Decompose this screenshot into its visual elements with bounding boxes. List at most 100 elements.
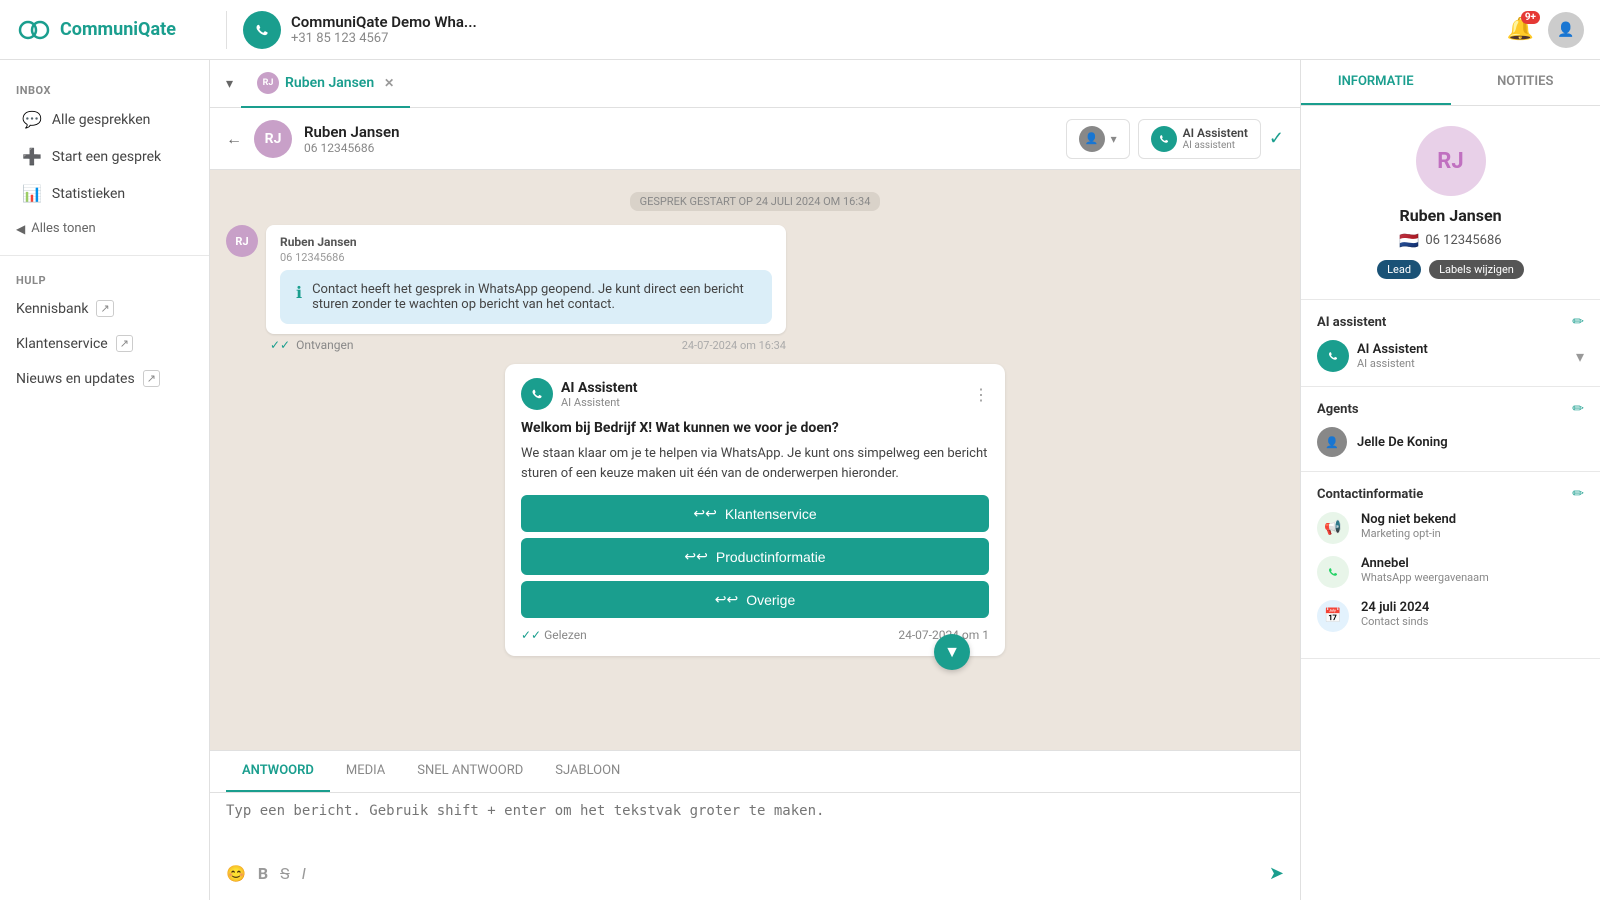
rp-agent-name: Jelle De Koning <box>1357 435 1448 450</box>
more-options-button[interactable]: ⋮ <box>973 385 989 404</box>
back-button[interactable]: ← <box>226 129 242 149</box>
ai-selector-info: AI Assistent AI assistent <box>1183 126 1248 151</box>
sidebar-label-stats: Statistieken <box>52 186 125 202</box>
contact-tags: Lead Labels wijzigen <box>1377 260 1524 279</box>
ai-card-sender: AI Assistent AI Assistent <box>521 378 638 410</box>
contact-info-text-3: 24 juli 2024 Contact sinds <box>1361 600 1429 628</box>
sidebar-item-alles[interactable]: ◀ Alles tonen <box>0 212 209 245</box>
scroll-to-bottom-button[interactable]: ▼ <box>934 634 970 670</box>
main-layout: INBOX 💬 Alle gesprekken ➕ Start een gesp… <box>0 60 1600 900</box>
right-panel-tabs: INFORMATIE NOTITIES <box>1301 60 1600 106</box>
stats-icon: 📊 <box>22 184 42 203</box>
send-button[interactable]: ➤ <box>1269 863 1284 884</box>
contact-info-sublabel-3: Contact sinds <box>1361 615 1429 628</box>
quick-reply-overige[interactable]: ↩↩ Overige <box>521 581 989 618</box>
message-input[interactable] <box>226 803 1284 853</box>
rp-section-agents: Agents ✏ 👤 Jelle De Koning <box>1301 387 1600 472</box>
sidebar-item-kennisbank[interactable]: Kennisbank ↗ <box>0 291 209 326</box>
rp-ai-edit-button[interactable]: ✏ <box>1572 314 1584 330</box>
rp-ai-sub: AI assistent <box>1357 357 1428 370</box>
sidebar-item-nieuws[interactable]: Nieuws en updates ↗ <box>0 361 209 396</box>
calendar-icon: 📅 <box>1317 600 1349 632</box>
ai-card-avatar <box>521 378 553 410</box>
sidebar-item-start[interactable]: ➕ Start een gesprek <box>6 138 203 175</box>
rp-ai-chevron[interactable]: ▾ <box>1576 347 1584 366</box>
right-tab-notes[interactable]: NOTITIES <box>1451 60 1600 105</box>
agent-chevron: ▾ <box>1111 132 1117 146</box>
contact-info-sublabel-2: WhatsApp weergavenaam <box>1361 571 1489 584</box>
tag-lead: Lead <box>1377 260 1421 279</box>
strikethrough-icon[interactable]: S <box>280 864 290 883</box>
tag-labels-button[interactable]: Labels wijzigen <box>1429 260 1524 279</box>
status-check-icon: ✓✓ <box>270 338 290 352</box>
input-tab-media[interactable]: MEDIA <box>330 751 401 792</box>
ai-icon <box>1151 126 1177 152</box>
italic-icon[interactable]: I <box>302 864 306 883</box>
reply-label-3: Overige <box>746 592 795 608</box>
rp-ai-name: AI Assistent <box>1357 342 1428 357</box>
emoji-icon[interactable]: 😊 <box>226 864 246 883</box>
ai-selector-sub: AI assistent <box>1183 140 1248 151</box>
check-button[interactable]: ✓ <box>1269 128 1284 149</box>
input-tab-antwoord[interactable]: ANTWOORD <box>226 751 330 792</box>
sidebar-item-stats[interactable]: 📊 Statistieken <box>6 175 203 212</box>
external-link-icon-3: ↗ <box>143 370 160 387</box>
info-banner: ℹ Contact heeft het gesprek in WhatsApp … <box>280 270 772 324</box>
rp-agents-edit-button[interactable]: ✏ <box>1572 401 1584 417</box>
info-icon: ℹ <box>296 283 302 302</box>
messages-area[interactable]: GESPREK GESTART OP 24 JULI 2024 OM 16:34… <box>210 170 1300 750</box>
ai-selector[interactable]: AI Assistent AI assistent <box>1138 119 1261 159</box>
chat-header-name: Ruben Jansen <box>304 123 1054 141</box>
message-row-received: RJ Ruben Jansen 06 12345686 ℹ Contact he… <box>226 225 1284 352</box>
read-status: Gelezen <box>544 628 587 642</box>
input-area: ANTWOORD MEDIA SNEL ANTWOORD SJABLOON 😊 … <box>210 750 1300 900</box>
input-tab-snel[interactable]: SNEL ANTWOORD <box>401 751 539 792</box>
tab-toggle-button[interactable]: ▾ <box>218 68 241 100</box>
input-box: 😊 B S I ➤ <box>210 793 1300 900</box>
bold-icon[interactable]: B <box>258 864 268 883</box>
ai-card-name: AI Assistent <box>561 380 638 396</box>
sidebar-section-inbox: INBOX <box>0 76 209 101</box>
sidebar-item-klantenservice[interactable]: Klantenservice ↗ <box>0 326 209 361</box>
tab-avatar: RJ <box>257 72 279 94</box>
tab-bar: ▾ RJ Ruben Jansen ✕ <box>210 60 1300 108</box>
sidebar-item-alle[interactable]: 💬 Alle gesprekken <box>6 101 203 138</box>
right-tab-info[interactable]: INFORMATIE <box>1301 60 1451 105</box>
message-sender-phone: 06 12345686 <box>280 251 772 264</box>
contact-info-text-2: Annebel WhatsApp weergavenaam <box>1361 556 1489 584</box>
contact-info-label-2: Annebel <box>1361 556 1489 571</box>
chevron-left-icon: ◀ <box>16 222 25 236</box>
agent-selector[interactable]: 👤 ▾ <box>1066 119 1130 159</box>
ai-message-card: AI Assistent AI Assistent ⋮ Welkom bij B… <box>505 364 1005 656</box>
contact-info-row-2: Annebel WhatsApp weergavenaam <box>1317 556 1584 588</box>
reply-label-1: Klantenservice <box>725 506 817 522</box>
tab-label: Ruben Jansen <box>285 75 374 91</box>
chat-header-info: Ruben Jansen 06 12345686 <box>304 123 1054 155</box>
rp-section-header-contact: Contactinformatie ✏ <box>1317 486 1584 502</box>
status-label: Ontvangen <box>296 338 353 352</box>
chat-divider: GESPREK GESTART OP 24 JULI 2024 OM 16:34 <box>630 192 881 211</box>
notification-button[interactable]: 🔔 9+ <box>1507 17 1534 42</box>
user-avatar[interactable]: 👤 <box>1548 12 1584 48</box>
ai-card-subtitle: AI Assistent <box>561 396 638 409</box>
whatsapp-icon <box>1317 556 1349 588</box>
sidebar-label-alle: Alle gesprekken <box>52 112 150 128</box>
ai-card-header: AI Assistent AI Assistent ⋮ <box>521 378 989 410</box>
rp-ai-icon <box>1317 340 1349 372</box>
external-link-icon-2: ↗ <box>116 335 133 352</box>
rp-contact-edit-button[interactable]: ✏ <box>1572 486 1584 502</box>
flag-icon: 🇳🇱 <box>1399 231 1419 250</box>
tab-close-button[interactable]: ✕ <box>384 76 394 90</box>
quick-reply-klantenservice[interactable]: ↩↩ Klantenservice <box>521 495 989 532</box>
message-row-ai: AI Assistent AI Assistent ⋮ Welkom bij B… <box>226 364 1284 656</box>
kennisbank-label: Kennisbank <box>16 301 88 317</box>
tab-ruben-jansen[interactable]: RJ Ruben Jansen ✕ <box>241 60 410 108</box>
quick-reply-productinfo[interactable]: ↩↩ Productinformatie <box>521 538 989 575</box>
nieuws-label: Nieuws en updates <box>16 371 135 387</box>
input-toolbar: 😊 B S I ➤ <box>226 857 1284 890</box>
sidebar: INBOX 💬 Alle gesprekken ➕ Start een gesp… <box>0 60 210 900</box>
message-bubble-info: Ruben Jansen 06 12345686 ℹ Contact heeft… <box>266 225 786 334</box>
channel-name: CommuniQate Demo Wha... <box>291 13 477 31</box>
input-tab-sjabloon[interactable]: SJABLOON <box>539 751 636 792</box>
sender-avatar: RJ <box>226 225 258 257</box>
